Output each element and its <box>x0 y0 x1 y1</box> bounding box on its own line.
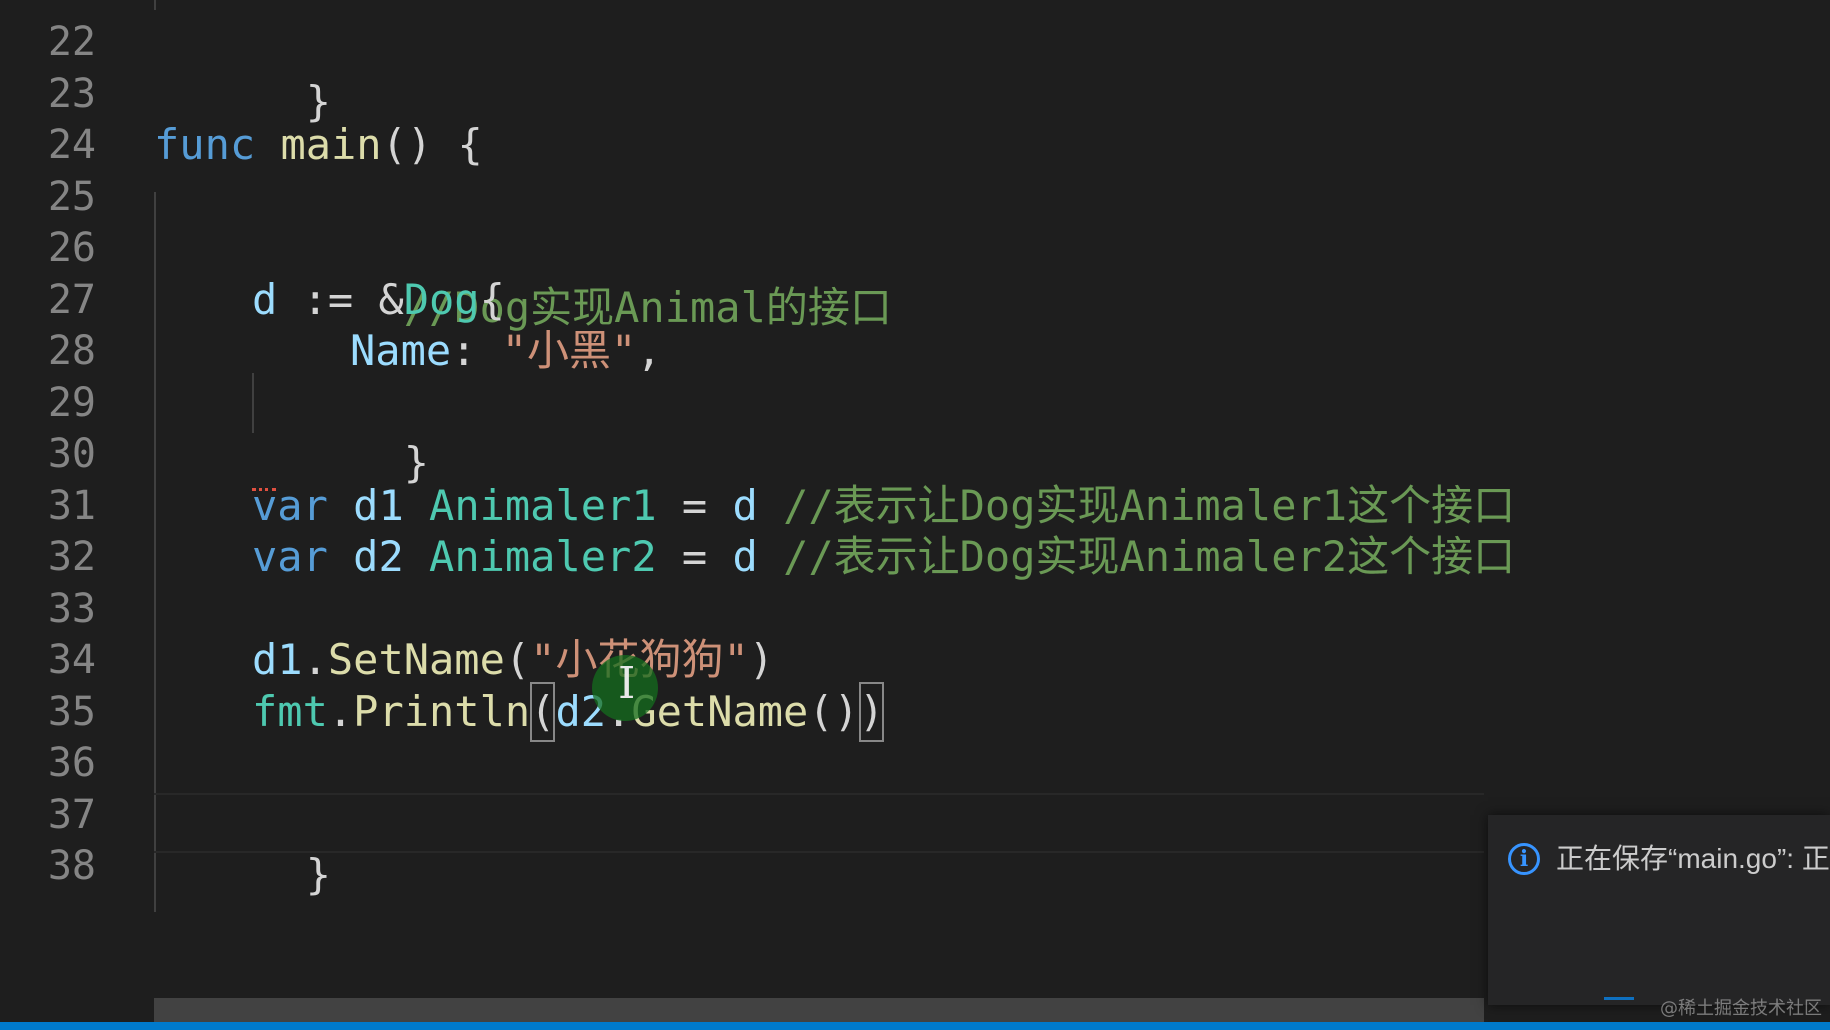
comment: //表示让Dog实现Animaler2这个接口 <box>783 532 1516 581</box>
code-line-24: func main() { <box>154 115 483 175</box>
matched-bracket: ( <box>530 682 556 742</box>
string-literal: "小黑" <box>501 326 637 375</box>
info-icon: i <box>1508 843 1540 875</box>
variable: d <box>732 532 758 581</box>
package-name: fmt <box>252 687 328 736</box>
parens: () <box>808 687 859 736</box>
type-name: Animaler1 <box>429 481 657 530</box>
field-name: Name <box>350 326 452 375</box>
line-number: 24 <box>47 122 96 168</box>
code-line-28: Name: "小黑", <box>350 321 662 381</box>
keyword: var <box>252 532 328 581</box>
operator: = <box>656 532 733 581</box>
notification-progress <box>1604 997 1634 1000</box>
method-name: SetName <box>327 635 505 684</box>
colon: : <box>451 326 502 375</box>
error-squiggle <box>252 482 276 491</box>
comma: , <box>636 326 662 375</box>
watermark: @稀土掘金技术社区 <box>1660 998 1822 1019</box>
operator: := & <box>277 275 404 324</box>
line-number: 34 <box>47 637 96 683</box>
code-line-35: fmt.Println(d2.GetName()) <box>252 682 885 742</box>
line-number: 32 <box>47 534 96 580</box>
variable: d1 <box>252 635 303 684</box>
status-bar <box>0 1022 1830 1030</box>
variable: d1 <box>353 481 404 530</box>
notification-message: 正在保存“main.go”: 正 <box>1556 843 1830 874</box>
method-name: Println <box>353 687 531 736</box>
type-name: Animaler2 <box>429 532 657 581</box>
line-number: 36 <box>47 740 96 786</box>
code-line-22: } <box>154 12 331 126</box>
code-line-37: } <box>154 785 331 899</box>
code-line-32: var d2 Animaler2 = d //表示让Dog实现Animaler2… <box>252 527 1515 587</box>
matched-bracket: ) <box>858 682 885 742</box>
line-number: 30 <box>47 431 96 477</box>
line-number-gutter: 22 23 24 25 26 27 28 29 30 31 32 33 34 3… <box>0 0 130 1030</box>
variable: d <box>732 481 758 530</box>
keyword: func <box>154 120 256 169</box>
punctuation: () { <box>381 120 483 169</box>
horizontal-scrollbar[interactable] <box>154 998 1484 1022</box>
save-notification[interactable]: i 正在保存“main.go”: 正 <box>1488 815 1830 1005</box>
opening-brace: { <box>479 275 505 324</box>
code-editor[interactable]: 22 23 24 25 26 27 28 29 30 31 32 33 34 3… <box>0 0 1830 1030</box>
code-line-29: } <box>252 373 429 487</box>
dot: . <box>302 635 328 684</box>
closing-brace: } <box>305 850 332 899</box>
line-number: 22 <box>47 19 96 65</box>
open-paren: ( <box>504 635 531 684</box>
variable: d2 <box>353 532 404 581</box>
operator: = <box>656 481 733 530</box>
method-name: GetName <box>631 687 809 736</box>
line-number: 26 <box>47 225 96 271</box>
function-name: main <box>280 120 382 169</box>
type-name: Dog <box>403 275 480 324</box>
variable: d <box>252 275 278 324</box>
text-cursor-icon: I <box>618 658 636 709</box>
code-line-26: //Dog实现Animal的接口 <box>252 218 892 332</box>
code-line-34: d1.SetName("小花狗狗") <box>252 630 774 690</box>
close-paren: ) <box>748 635 775 684</box>
line-number: 28 <box>47 328 96 374</box>
comment: //表示让Dog实现Animaler1这个接口 <box>783 481 1516 530</box>
line-number: 38 <box>47 843 96 889</box>
dot: . <box>327 687 354 736</box>
